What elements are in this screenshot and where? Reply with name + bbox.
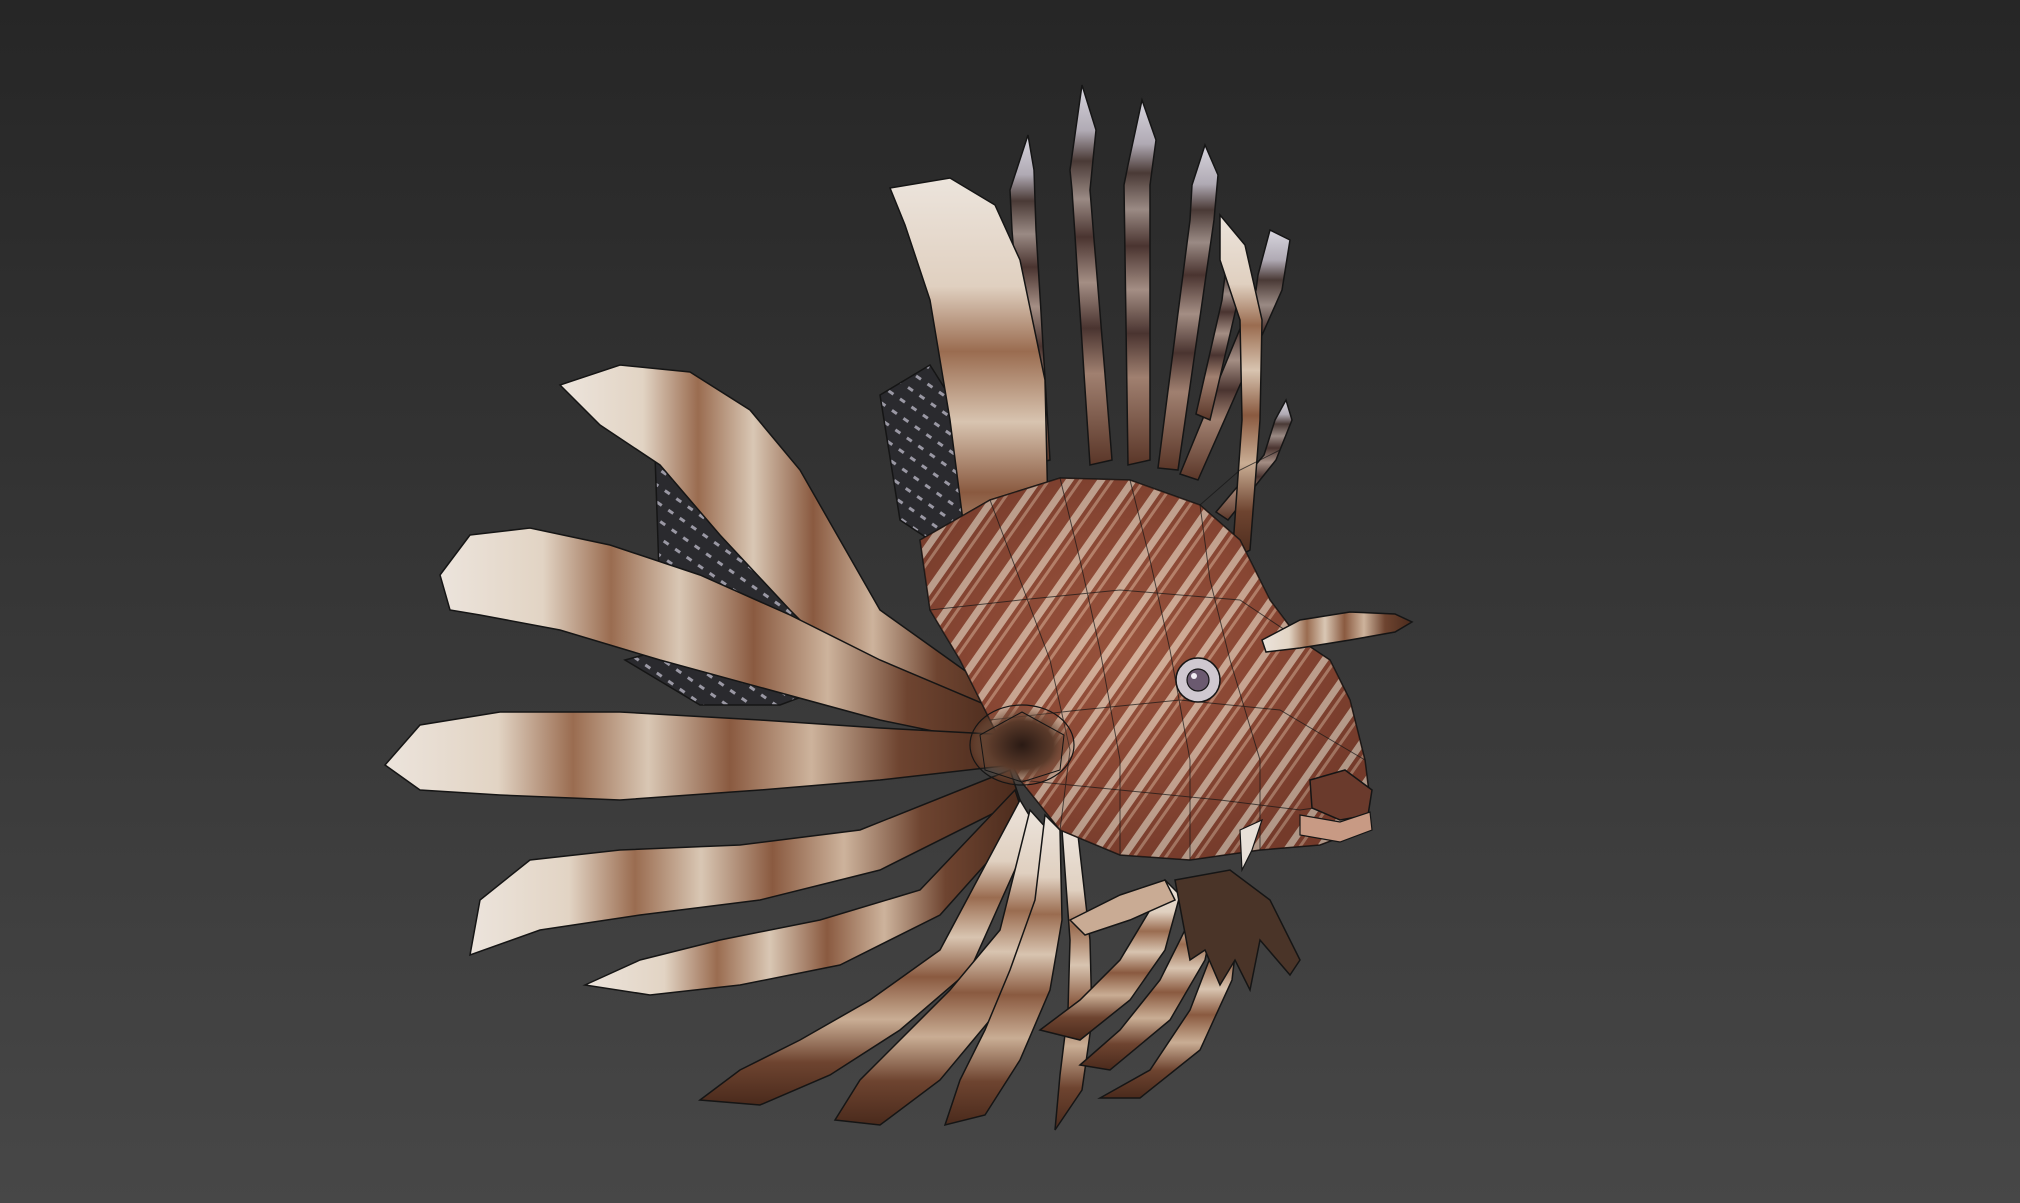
3d-viewport[interactable] bbox=[0, 0, 2020, 1203]
dorsal-spine-3 bbox=[1123, 97, 1157, 466]
lionfish-model bbox=[383, 84, 1414, 1131]
fin-hub bbox=[969, 704, 1075, 786]
eye-highlight bbox=[1191, 673, 1197, 679]
fin-hub-center bbox=[969, 704, 1075, 786]
supraorbital-horn bbox=[1261, 611, 1414, 653]
dorsal-spine-2 bbox=[1069, 84, 1113, 466]
pectoral-fan-lower bbox=[469, 769, 1093, 1131]
fish-pupil bbox=[1186, 668, 1210, 692]
